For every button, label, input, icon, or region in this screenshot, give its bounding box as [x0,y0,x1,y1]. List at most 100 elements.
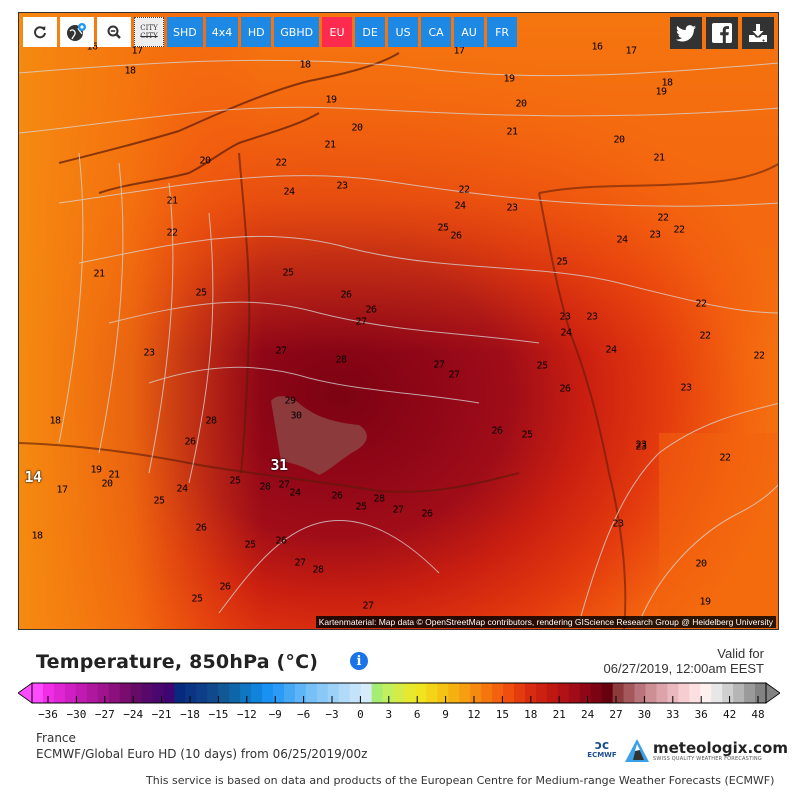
scale-swatch [294,683,307,703]
scale-swatch [744,683,756,703]
contour-label: 27 [433,359,445,371]
scale-swatch [404,683,417,703]
color-scale-ticks: −36 −30 −27 −24 −21 −18 −15 −12 −9 −6 −3 0 3 6 9 12 15 18… [0,708,797,722]
contour-label: 21 [108,469,120,481]
scale-swatch [240,683,252,703]
tab-fr[interactable]: FR [487,17,518,47]
twitter-share-button[interactable] [670,17,702,49]
tab-de[interactable]: DE [355,17,386,47]
tab-us[interactable]: US [388,17,419,47]
contour-label: 26 [559,383,571,395]
scale-swatch [174,683,186,703]
meteologix-mountain-icon [625,739,649,762]
zoom-out-button[interactable] [97,17,131,47]
scale-swatch [426,683,438,703]
tab-4x4[interactable]: 4x4 [205,17,239,47]
scale-swatch [163,683,176,703]
city-labels-toggle[interactable]: CITY CITY [134,17,164,47]
map-attribution: Kartenmaterial: Map data © OpenStreetMap… [315,616,776,628]
scale-tick-label: 6 [413,708,421,721]
meteologix-logo[interactable]: meteologix.com SWISS QUALITY WEATHER FOR… [624,738,788,764]
scale-swatch [75,683,88,703]
contour-label: 29 [284,395,296,407]
scale-swatch [733,683,745,703]
facebook-share-button[interactable] [706,17,738,49]
temperature-map[interactable]: CITY CITY SHD 4x4 HD GBHD EU DE US CA AU… [18,12,779,630]
contour-label: 19 [699,596,711,608]
legend-title: Temperature, 850hPa (°C) [36,651,319,673]
scale-swatch [86,683,99,703]
scale-tick-label: −18 [180,708,200,721]
contour-label: 27 [392,504,404,516]
scale-swatch [152,683,165,703]
contour-label: 21 [506,126,518,138]
contour-label: 27 [355,316,367,328]
contour-label: 26 [491,425,503,437]
scale-swatch [316,683,329,703]
contour-label: 25 [153,495,165,507]
contour-label: 23 [586,311,598,323]
contour-label: 24 [289,487,301,499]
tab-hd[interactable]: HD [241,17,272,47]
download-button[interactable] [742,17,774,49]
ecmwf-logo-text: ECMWF [587,751,617,759]
scale-tick-label: −9 [268,708,282,721]
contour-label: 26 [195,522,207,534]
contour-label: 28 [259,481,271,493]
scale-swatch [64,683,77,703]
map-toolbar: CITY CITY SHD 4x4 HD GBHD EU DE US CA AU… [23,17,518,47]
model-run-label: ECMWF/Global Euro HD (10 days) from 06/2… [36,747,368,761]
scale-arrow-low [18,682,33,704]
scale-tick-label: 9 [442,708,449,721]
color-scale [18,682,780,704]
contour-label: 23 [680,382,692,394]
tab-ca[interactable]: CA [421,17,452,47]
contour-label: 23 [612,518,624,530]
contour-label: 22 [753,350,765,362]
scale-swatch [119,683,132,703]
scale-tick-label: 24 [580,708,595,721]
scale-swatch [645,683,658,703]
contour-label: 18 [31,530,43,542]
scale-swatch [535,683,548,703]
scale-swatch [229,683,241,703]
contour-label: 17 [625,45,637,57]
tab-au[interactable]: AU [454,17,485,47]
download-icon [749,24,767,42]
contour-label: 26 [421,508,433,520]
contour-label: 22 [695,298,707,310]
tab-shd[interactable]: SHD [167,17,203,47]
scale-swatch [579,683,592,703]
contour-label: 26 [184,436,196,448]
scale-swatch [130,683,143,703]
scale-tick-label: 33 [666,708,680,721]
scale-swatch [327,683,340,703]
scale-swatch [546,683,559,703]
valid-time: Valid for 06/27/2019, 12:00am EEST [604,646,764,676]
tab-eu[interactable]: EU [322,17,353,47]
scale-swatch [590,683,603,703]
max-temperature-label: 31 [270,456,288,474]
contour-label: 18 [299,59,311,71]
scale-swatch [349,683,362,703]
tab-gbhd[interactable]: GBHD [274,17,320,47]
scale-tick-label: 36 [694,708,708,721]
scale-swatch [689,683,701,703]
contour-label: 24 [176,483,188,495]
scale-swatch [700,683,712,703]
contour-label: 19 [325,94,337,106]
ecmwf-logo[interactable]: ↄc ECMWF [587,739,617,765]
info-icon[interactable]: i [350,652,368,670]
contour-label: 26 [219,581,231,593]
contour-label: 22 [719,452,731,464]
reload-button[interactable] [23,17,57,47]
scale-swatch [141,683,154,703]
scale-swatch [97,683,110,703]
scale-tick-label: −21 [151,708,172,721]
contour-label: 23 [559,311,571,323]
scale-swatch [305,683,318,703]
location-button[interactable] [60,17,94,47]
scale-tick-label: −6 [296,708,311,721]
brand-name: meteologix.com [653,738,788,757]
contour-label: 27 [448,369,460,381]
